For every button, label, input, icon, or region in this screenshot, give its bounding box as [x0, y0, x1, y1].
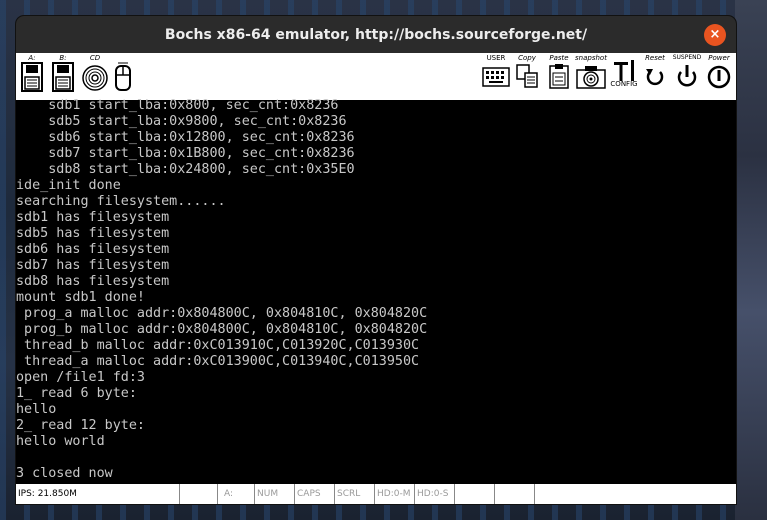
- close-button[interactable]: ×: [704, 24, 726, 46]
- copy-label: Copy: [518, 54, 536, 62]
- reset-button[interactable]: Reset: [640, 54, 670, 99]
- title-bar[interactable]: Bochs x86-64 emulator, http://bochs.sour…: [16, 16, 736, 53]
- cdrom-icon: [82, 65, 108, 91]
- window-title: Bochs x86-64 emulator, http://bochs.sour…: [164, 26, 588, 43]
- console-line: hello: [16, 402, 57, 417]
- status-blank: [535, 484, 736, 504]
- power-button[interactable]: Power: [704, 54, 734, 99]
- mouse-capture-button[interactable]: [112, 54, 134, 99]
- camera-icon: [576, 66, 606, 89]
- paste-button[interactable]: Paste: [546, 54, 572, 99]
- copy-icon: [516, 64, 538, 88]
- desktop-right-strip: [735, 0, 767, 520]
- status-hd0-master: HD:0-M: [375, 484, 415, 504]
- console-line: prog_b malloc addr:0x804800C, 0x804810C,…: [16, 322, 428, 337]
- cdrom-button[interactable]: CD: [82, 54, 108, 99]
- snapshot-label: snapshot: [575, 54, 607, 62]
- bochs-toolbar: A: B: CD USER Copy Paste snapshot CONFIG…: [16, 53, 736, 100]
- console-line: thread_b malloc addr:0xC013910C,C013920C…: [16, 338, 420, 353]
- console-line: sdb7 start_lba:0x1B800, sec_cnt:0x8236: [16, 146, 355, 161]
- suspend-icon: [677, 65, 697, 87]
- floppy-icon: [21, 62, 43, 92]
- console-line: sdb8 start_lba:0x24800, sec_cnt:0x35E0: [16, 162, 355, 177]
- console-line: sdb8 has filesystem: [16, 274, 170, 289]
- floppy-b-button[interactable]: B:: [51, 54, 75, 99]
- console-line: sdb7 has filesystem: [16, 258, 170, 273]
- bochs-window: Bochs x86-64 emulator, http://bochs.sour…: [16, 16, 736, 504]
- emulator-console[interactable]: sdb1 start_lba:0x800, sec_cnt:0x8236 sdb…: [16, 98, 736, 495]
- cdrom-label: CD: [89, 54, 101, 62]
- floppy-icon: [52, 62, 74, 92]
- snapshot-button[interactable]: snapshot: [574, 54, 608, 99]
- power-label: Power: [708, 54, 730, 62]
- console-line: mount sdb1 done!: [16, 290, 145, 305]
- console-line: sdb5 start_lba:0x9800, sec_cnt:0x8236: [16, 114, 347, 129]
- paste-icon: [549, 64, 569, 89]
- floppy-a-label: A:: [28, 54, 36, 62]
- status-scrl: SCRL: [335, 484, 375, 504]
- status-ips: IPS: 21.850M: [16, 484, 180, 504]
- console-line: searching filesystem......: [16, 194, 226, 209]
- suspend-button[interactable]: SUSPEND: [671, 54, 703, 99]
- status-drive: A:: [218, 484, 255, 504]
- paste-label: Paste: [549, 54, 569, 62]
- keyboard-icon: [482, 67, 510, 87]
- status-blank: [455, 484, 495, 504]
- status-num: NUM: [255, 484, 295, 504]
- console-line: 2_ read 12 byte:: [16, 418, 145, 433]
- user-label: USER: [486, 54, 506, 62]
- console-line: open /file1 fd:3: [16, 370, 145, 385]
- console-line: sdb6 start_lba:0x12800, sec_cnt:0x8236: [16, 130, 355, 145]
- copy-button[interactable]: Copy: [514, 54, 540, 99]
- console-line: thread_a malloc addr:0xC013900C,C013940C…: [16, 354, 420, 369]
- floppy-b-label: B:: [59, 54, 67, 62]
- status-blank: [180, 484, 218, 504]
- console-line: 3 closed now: [16, 466, 113, 481]
- floppy-a-button[interactable]: A:: [20, 54, 44, 99]
- user-button[interactable]: USER: [480, 54, 512, 99]
- status-caps: CAPS: [295, 484, 335, 504]
- console-line: sdb1 has filesystem: [16, 210, 170, 225]
- console-line: sdb5 has filesystem: [16, 226, 170, 241]
- status-blank: [495, 484, 535, 504]
- console-line: prog_a malloc addr:0x804800C, 0x804810C,…: [16, 306, 428, 321]
- status-bar: IPS: 21.850M A: NUM CAPS SCRL HD:0-M HD:…: [16, 484, 736, 504]
- reset-icon: [646, 69, 664, 86]
- console-line: sdb6 has filesystem: [16, 242, 170, 257]
- mouse-icon: [115, 62, 131, 91]
- console-line: hello world: [16, 434, 105, 449]
- reset-label: Reset: [645, 54, 665, 62]
- console-line: ide_init done: [16, 178, 121, 193]
- config-label: CONFIG: [610, 80, 638, 88]
- config-button[interactable]: CONFIG: [610, 54, 638, 99]
- status-hd0-slave: HD:0-S: [415, 484, 455, 504]
- suspend-label: SUSPEND: [672, 54, 702, 61]
- power-icon: [707, 65, 731, 89]
- console-line: 1_ read 6 byte:: [16, 386, 137, 401]
- console-line: sdb1 start_lba:0x800, sec_cnt:0x8236: [16, 98, 339, 113]
